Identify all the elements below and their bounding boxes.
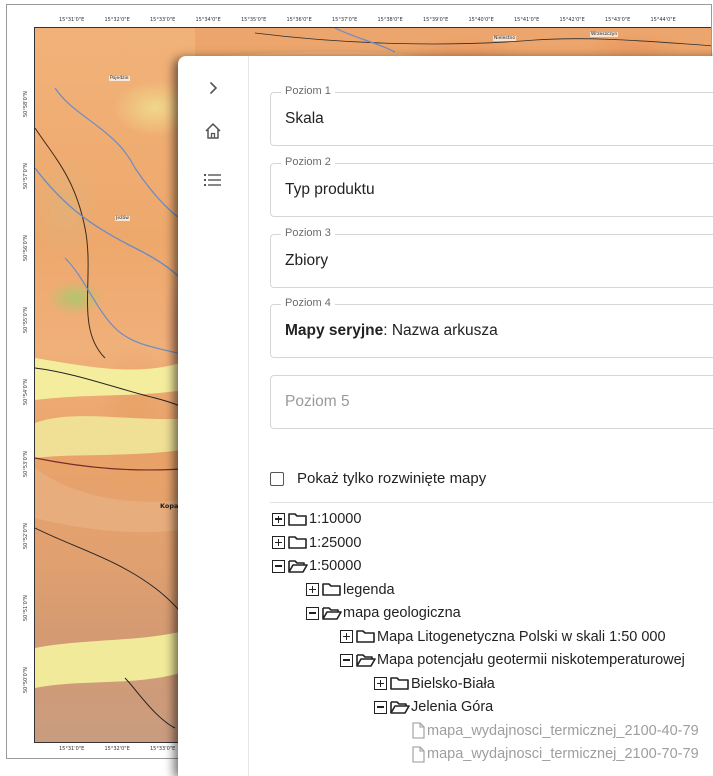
tree-item-label: mapa_wydajnosci_termicznej_2100-70-79 xyxy=(427,746,699,762)
tree-file-item[interactable]: mapa_wydajnosci_termicznej_2100-70-79 xyxy=(410,743,699,765)
expand-icon[interactable] xyxy=(306,583,319,596)
divider xyxy=(270,502,713,503)
folder-open-icon xyxy=(356,653,376,667)
tree-folder-item[interactable]: Jelenia Góra xyxy=(374,696,493,718)
map-coordinate-label: 15°39'0"E xyxy=(423,17,449,23)
tree-item-label: 1:25000 xyxy=(309,534,362,551)
level-5-select[interactable]: Poziom 5 xyxy=(270,375,713,429)
map-coordinate-label: 15°43'0"E xyxy=(605,17,631,23)
tree-item-label: mapa_wydajnosci_termicznej_2100-40-79 xyxy=(427,722,699,739)
level-3-select[interactable]: Poziom 3 Zbiory xyxy=(270,227,713,288)
folder-icon xyxy=(390,677,409,690)
folder-open-icon xyxy=(288,559,308,573)
expand-icon[interactable] xyxy=(272,512,285,526)
level-3-label: Poziom 3 xyxy=(281,227,335,239)
map-coordinate-label: 50°52'0"N xyxy=(23,523,29,549)
collapse-icon[interactable] xyxy=(272,559,285,573)
map-coordinate-label: 15°32'0"E xyxy=(104,17,130,23)
tree-folder-item[interactable]: 1:25000 xyxy=(272,532,361,554)
home-icon[interactable] xyxy=(202,120,224,142)
level-2-value: Typ produktu xyxy=(285,181,375,198)
map-coordinate-label: 15°33'0"E xyxy=(150,17,176,23)
file-icon xyxy=(412,722,425,739)
tree-item-label: Jelenia Góra xyxy=(411,699,494,715)
only-expanded-checkbox[interactable]: Pokaż tylko rozwinięte mapy xyxy=(270,470,486,487)
level-1-label: Poziom 1 xyxy=(281,85,335,97)
map-place-label: Nielestno xyxy=(493,36,517,41)
map-coordinate-label: 15°36'0"E xyxy=(286,17,312,23)
level-4-value: Mapy seryjne: Nazwa arkusza xyxy=(285,322,498,340)
level-3-value: Zbiory xyxy=(285,252,329,269)
level-4-select[interactable]: Poziom 4 Mapy seryjne: Nazwa arkusza xyxy=(270,297,713,358)
folder-icon xyxy=(356,630,375,643)
map-coordinate-label: 15°35'0"E xyxy=(241,17,267,23)
map-coordinate-label: 15°31'0"E xyxy=(59,17,85,23)
expand-icon[interactable] xyxy=(374,677,387,690)
map-coordinate-label: 15°34'0"E xyxy=(195,17,221,23)
folder-icon xyxy=(288,536,307,549)
folder-open-icon xyxy=(390,700,410,714)
map-coordinate-label: 50°50'0"N xyxy=(23,667,29,693)
folder-icon xyxy=(288,512,307,526)
level-2-label: Poziom 2 xyxy=(281,156,335,168)
only-expanded-label: Pokaż tylko rozwinięte mapy xyxy=(297,470,487,487)
tree-folder-item[interactable]: 1:10000 xyxy=(272,508,361,530)
map-browser-panel: Poziom 1 Skala Poziom 2 Typ produktu Poz… xyxy=(178,56,713,776)
map-coordinate-label: 15°38'0"E xyxy=(377,17,403,23)
tree-folder-item[interactable]: Bielsko-Biała xyxy=(374,673,495,695)
map-coordinate-label: 15°42'0"E xyxy=(559,17,585,23)
list-icon[interactable] xyxy=(202,169,224,191)
level-5-placeholder: Poziom 5 xyxy=(285,393,350,410)
map-place-label: Wrzeszczyn xyxy=(590,32,619,37)
map-coordinate-label: 50°57'0"N xyxy=(23,163,29,189)
collapse-icon[interactable] xyxy=(374,700,387,714)
tree-item-label: Bielsko-Biała xyxy=(411,675,495,692)
tree-folder-item[interactable]: legenda xyxy=(306,579,395,601)
tree-folder-item[interactable]: 1:50000 xyxy=(272,555,361,577)
level-1-select[interactable]: Poziom 1 Skala xyxy=(270,85,713,146)
map-place-label: Pojedzie xyxy=(109,76,130,81)
chevron-right-icon[interactable] xyxy=(202,77,224,99)
collapse-icon[interactable] xyxy=(340,653,353,667)
tree-folder-item[interactable]: Mapa potencjału geotermii niskotemperatu… xyxy=(340,649,685,671)
level-1-value: Skala xyxy=(285,110,324,127)
tree-item-label: legenda xyxy=(343,581,395,598)
tree-item-label: Mapa potencjału geotermii niskotemperatu… xyxy=(377,652,685,668)
tree-item-label: Mapa Litogenetyczna Polski w skali 1:50 … xyxy=(377,628,666,645)
tree-item-label: 1:50000 xyxy=(309,558,362,574)
map-coordinate-label: 15°32'0"E xyxy=(104,746,130,752)
map-coordinate-label: 50°54'0"N xyxy=(23,379,29,405)
map-coordinate-label: 50°56'0"N xyxy=(23,235,29,261)
map-coordinate-label: 50°55'0"N xyxy=(23,307,29,333)
map-coordinate-label: 15°40'0"E xyxy=(468,17,494,23)
tree-folder-item[interactable]: Mapa Litogenetyczna Polski w skali 1:50 … xyxy=(340,626,666,648)
map-coordinate-label: 50°51'0"N xyxy=(23,595,29,621)
folder-open-icon xyxy=(322,606,342,620)
map-coordinate-label: 50°53'0"N xyxy=(23,451,29,477)
expand-icon[interactable] xyxy=(272,536,285,549)
map-coordinate-label: 15°41'0"E xyxy=(514,17,540,23)
map-coordinate-label: 15°33'0"E xyxy=(150,746,176,752)
collapse-icon[interactable] xyxy=(306,606,319,620)
map-place-label: Jeżów xyxy=(115,216,130,221)
checkbox-box[interactable] xyxy=(270,471,284,486)
navigation-rail xyxy=(178,56,249,776)
level-4-value-rest: : Nazwa arkusza xyxy=(383,322,498,339)
tree-item-label: 1:10000 xyxy=(309,511,362,527)
folder-icon xyxy=(322,583,341,596)
map-coordinate-label: 15°31'0"E xyxy=(59,746,85,752)
file-icon xyxy=(412,745,425,763)
expand-icon[interactable] xyxy=(340,630,353,643)
level-4-value-bold: Mapy seryjne xyxy=(285,322,384,339)
map-coordinate-label: 15°44'0"E xyxy=(650,17,676,23)
tree-file-item[interactable]: mapa_wydajnosci_termicznej_2100-40-79 xyxy=(410,720,699,742)
map-coordinate-label: 15°37'0"E xyxy=(332,17,358,23)
level-4-label: Poziom 4 xyxy=(281,297,335,309)
tree-folder-item[interactable]: mapa geologiczna xyxy=(306,602,461,624)
map-coordinate-label: 50°58'0"N xyxy=(23,91,29,117)
level-2-select[interactable]: Poziom 2 Typ produktu xyxy=(270,156,713,217)
tree-item-label: mapa geologiczna xyxy=(343,605,461,621)
